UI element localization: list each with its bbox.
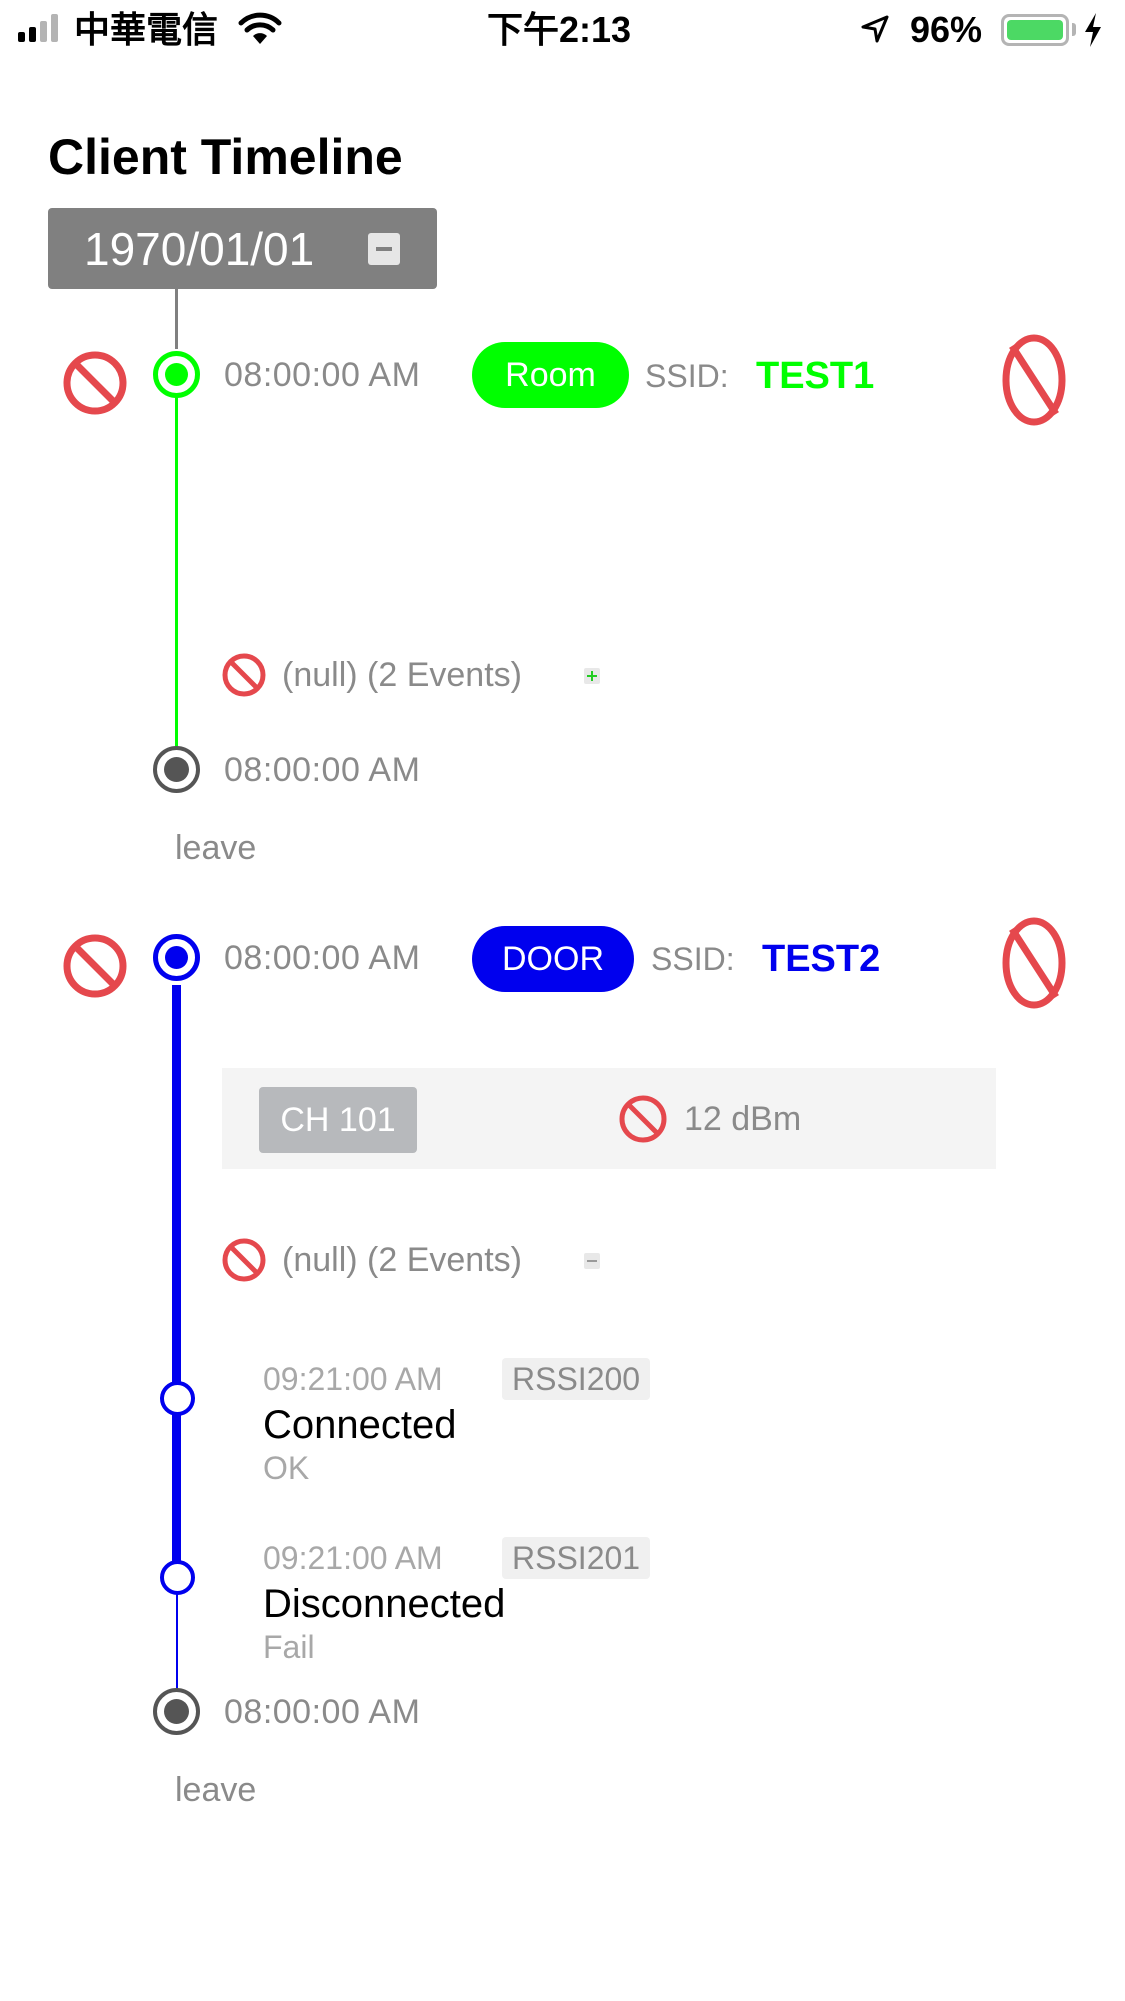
signal-strength: 12 dBm (684, 1100, 802, 1138)
session-2-line-thin (176, 1585, 178, 1690)
channel-badge: CH 101 (259, 1087, 417, 1153)
cellular-signal-icon (18, 14, 64, 42)
collapse-events-button[interactable] (584, 1253, 600, 1269)
no-entry-icon (63, 934, 127, 998)
no-entry-large-icon[interactable] (1001, 332, 1067, 428)
event-node[interactable] (160, 1381, 195, 1416)
session-2-line (172, 985, 181, 1585)
wifi-icon (238, 12, 282, 44)
session-2-start-node[interactable] (153, 934, 200, 981)
battery-percentage: 96% (910, 9, 983, 50)
rssi-badge: RSSI201 (502, 1537, 651, 1579)
session-1-event-group-label[interactable]: (null) (2 Events) (282, 658, 522, 692)
event-node[interactable] (160, 1560, 195, 1595)
event-status: Fail (263, 1629, 315, 1665)
session-1-start-node[interactable] (153, 351, 200, 398)
status-time: 下午2:13 (487, 9, 632, 50)
session-2-event-group-label[interactable]: (null) (2 Events) (282, 1243, 522, 1277)
battery-icon (1001, 14, 1069, 46)
session-1-start-time: 08:00:00 AM (224, 356, 421, 394)
timeline-connector (175, 289, 178, 349)
session-2-ssid-label: SSID: (651, 941, 735, 977)
event-status: OK (263, 1450, 310, 1486)
no-entry-icon (63, 351, 127, 415)
no-entry-small-icon (222, 653, 266, 697)
session-2-end-node[interactable] (153, 1688, 200, 1735)
location-arrow-icon (861, 15, 889, 43)
no-entry-small-icon (222, 1238, 266, 1282)
event-time: 09:21:00 AM (263, 1361, 443, 1397)
session-detail-panel: CH 101 12 dBm (222, 1068, 996, 1169)
rssi-badge: RSSI200 (502, 1358, 651, 1400)
event-title: Disconnected (263, 1582, 506, 1626)
date-label: 1970/01/01 (84, 223, 315, 275)
session-1-ssid-label: SSID: (645, 358, 729, 394)
session-1-tag[interactable]: Room (472, 342, 629, 408)
charging-bolt-icon (1085, 13, 1101, 47)
page-title: Client Timeline (48, 129, 403, 185)
session-1-end-label: leave (175, 829, 257, 867)
session-2-end-label: leave (175, 1771, 257, 1809)
event-time: 09:21:00 AM (263, 1540, 443, 1576)
carrier-name: 中華電信 (74, 9, 219, 50)
session-1-ssid-value: TEST1 (756, 355, 875, 397)
no-entry-large-icon[interactable] (1001, 915, 1067, 1011)
session-2-end-time: 08:00:00 AM (224, 1693, 421, 1731)
session-1-end-node[interactable] (153, 746, 200, 793)
session-2-tag[interactable]: DOOR (472, 926, 634, 992)
battery-tip (1072, 23, 1076, 36)
event-title: Connected (263, 1403, 457, 1447)
collapse-date-button[interactable] (368, 233, 400, 265)
date-header[interactable]: 1970/01/01 (48, 208, 437, 289)
session-1-line (175, 375, 178, 750)
no-signal-icon (619, 1095, 667, 1143)
session-2-start-time: 08:00:00 AM (224, 939, 421, 977)
session-2-ssid-value: TEST2 (762, 938, 881, 980)
session-1-end-time: 08:00:00 AM (224, 751, 421, 789)
expand-events-button[interactable] (584, 668, 600, 684)
